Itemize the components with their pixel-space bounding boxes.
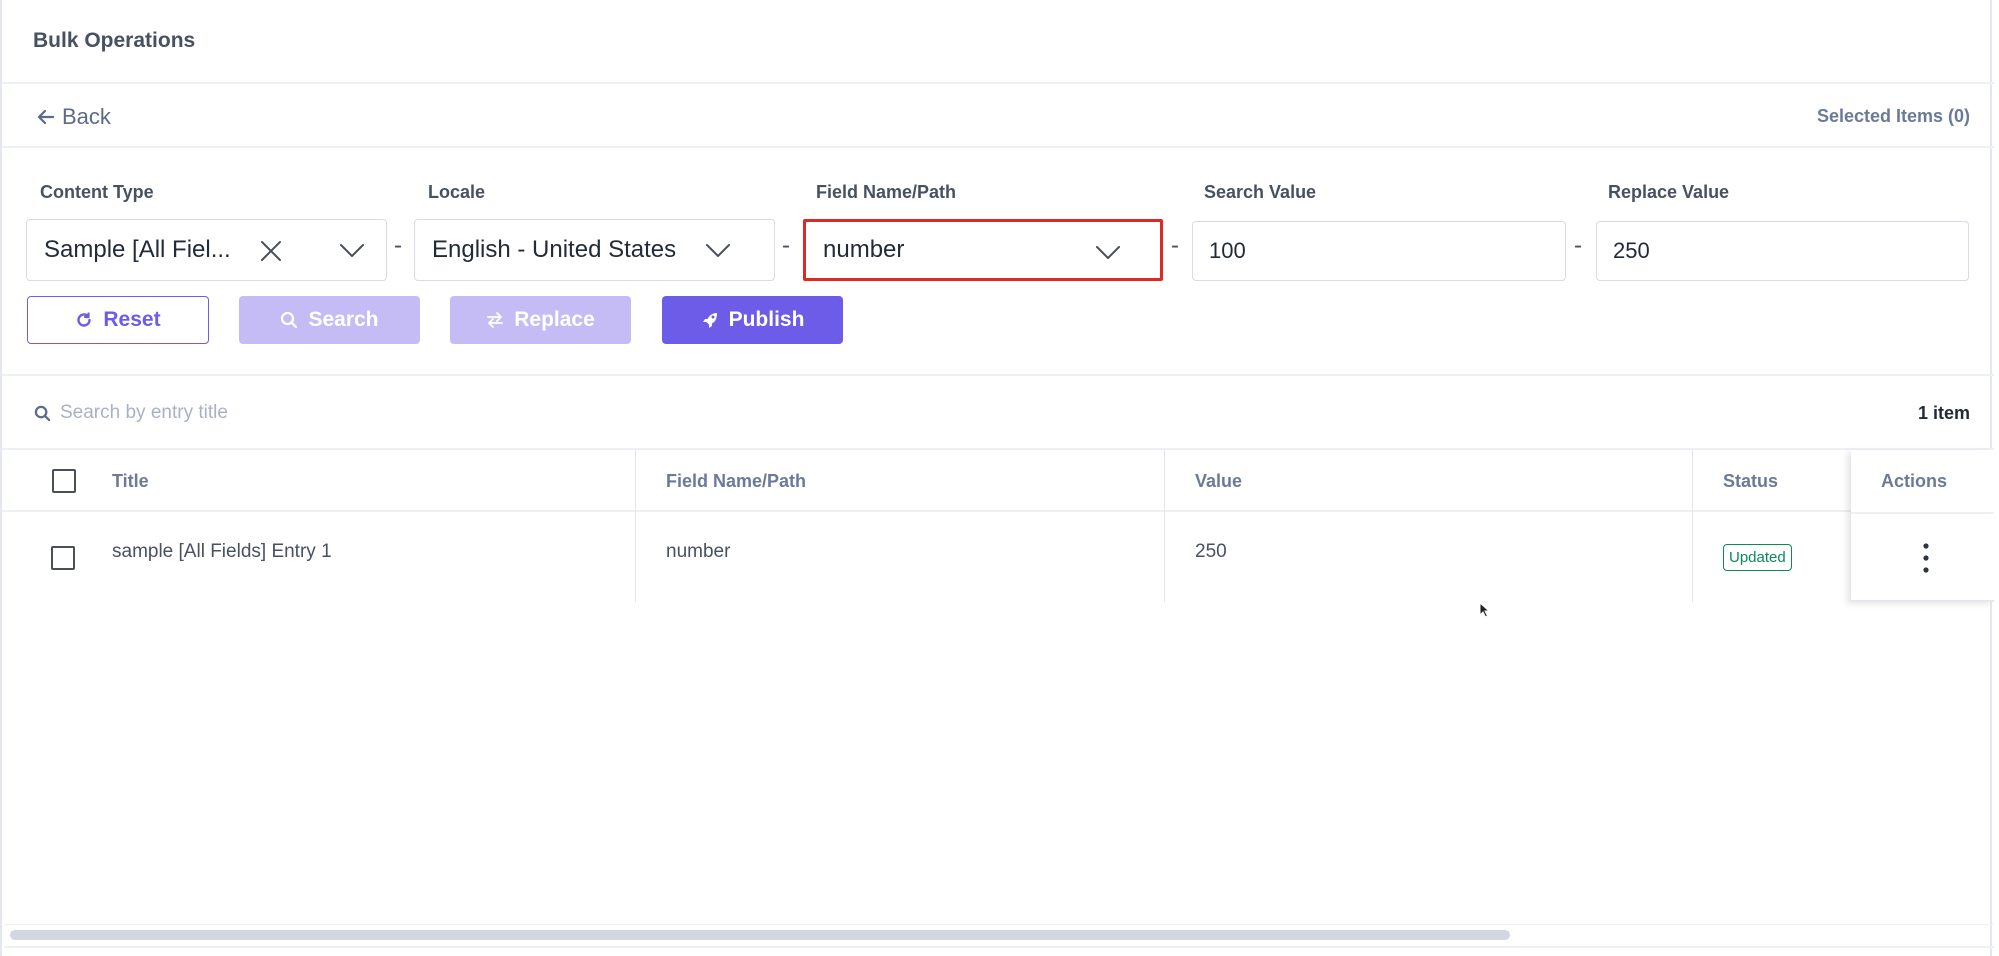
row-value: 250 bbox=[1195, 541, 1227, 562]
column-header-actions: Actions bbox=[1881, 471, 1948, 491]
replace-value-input[interactable]: 250 bbox=[1596, 221, 1969, 281]
reset-button[interactable]: Reset bbox=[27, 296, 209, 344]
row-checkbox[interactable] bbox=[51, 546, 75, 570]
close-icon[interactable] bbox=[258, 238, 284, 264]
filter-panel: Content Type Locale Field Name/Path Sear… bbox=[2, 148, 1994, 376]
separator-dash: - bbox=[394, 232, 402, 259]
chevron-down-icon bbox=[706, 244, 730, 257]
actions-column: Actions bbox=[1851, 450, 1994, 602]
arrow-left-icon bbox=[37, 109, 55, 125]
publish-button[interactable]: Publish bbox=[662, 296, 843, 344]
replace-value-label: Replace Value bbox=[1608, 182, 1730, 202]
content-type-value: Sample [All Fiel... bbox=[44, 236, 231, 263]
separator-dash: - bbox=[782, 232, 790, 259]
rocket-icon bbox=[702, 313, 717, 328]
entry-search-input[interactable] bbox=[60, 396, 660, 430]
locale-value: English - United States bbox=[432, 236, 677, 263]
replace-button[interactable]: Replace bbox=[450, 296, 631, 344]
column-header-status: Status bbox=[1723, 471, 1779, 491]
search-label: Search bbox=[308, 308, 379, 331]
column-header-title: Title bbox=[112, 471, 149, 491]
kebab-icon[interactable] bbox=[1911, 540, 1941, 576]
search-icon bbox=[34, 405, 51, 422]
replace-label: Replace bbox=[514, 308, 595, 331]
back-label: Back bbox=[62, 104, 111, 129]
chevron-down-icon bbox=[1096, 246, 1120, 259]
column-header-value: Value bbox=[1195, 471, 1243, 491]
header-divider bbox=[1851, 512, 1994, 514]
field-name-label: Field Name/Path bbox=[816, 182, 957, 202]
status-badge: Updated bbox=[1723, 544, 1792, 571]
content-type-label: Content Type bbox=[40, 182, 154, 202]
bottom-border bbox=[4, 946, 1994, 948]
page-title: Bulk Operations bbox=[33, 29, 196, 52]
chevron-down-icon bbox=[340, 244, 364, 257]
search-button[interactable]: Search bbox=[239, 296, 420, 344]
selected-items-count: Selected Items (0) bbox=[1816, 106, 1970, 126]
field-name-value: number bbox=[823, 236, 905, 263]
separator-dash: - bbox=[1171, 232, 1179, 259]
item-count: 1 item bbox=[1917, 403, 1970, 423]
reset-label: Reset bbox=[103, 308, 161, 331]
table-header: Title Field Name/Path Value Status bbox=[2, 450, 1994, 512]
content-type-select[interactable]: Sample [All Fiel... bbox=[26, 219, 387, 281]
mouse-cursor-icon bbox=[1479, 602, 1491, 618]
swap-icon bbox=[487, 312, 504, 328]
row-title: sample [All Fields] Entry 1 bbox=[112, 541, 332, 562]
publish-label: Publish bbox=[728, 308, 805, 331]
scrollbar-thumb[interactable] bbox=[10, 930, 1510, 940]
panel-header: Bulk Operations bbox=[2, 0, 1994, 84]
search-value-label: Search Value bbox=[1204, 182, 1317, 202]
column-header-field: Field Name/Path bbox=[666, 471, 807, 491]
separator-dash: - bbox=[1574, 232, 1582, 259]
table-row[interactable]: sample [All Fields] Entry 1 number 250 U… bbox=[2, 512, 1994, 602]
row-field: number bbox=[666, 541, 731, 562]
refresh-icon bbox=[77, 312, 92, 327]
locale-select[interactable]: English - United States bbox=[414, 219, 775, 281]
bulk-operations-panel: Bulk Operations Back Selected Items (0) … bbox=[0, 0, 1994, 956]
locale-label: Locale bbox=[428, 182, 486, 202]
nav-bar: Back Selected Items (0) bbox=[2, 84, 1994, 148]
back-button[interactable]: Back bbox=[36, 104, 111, 130]
select-all-checkbox[interactable] bbox=[52, 469, 76, 493]
search-value-input[interactable]: 100 bbox=[1192, 221, 1566, 281]
entry-search-bar: 1 item bbox=[2, 376, 1994, 450]
field-name-select[interactable]: number bbox=[803, 219, 1163, 281]
search-icon bbox=[281, 311, 298, 329]
